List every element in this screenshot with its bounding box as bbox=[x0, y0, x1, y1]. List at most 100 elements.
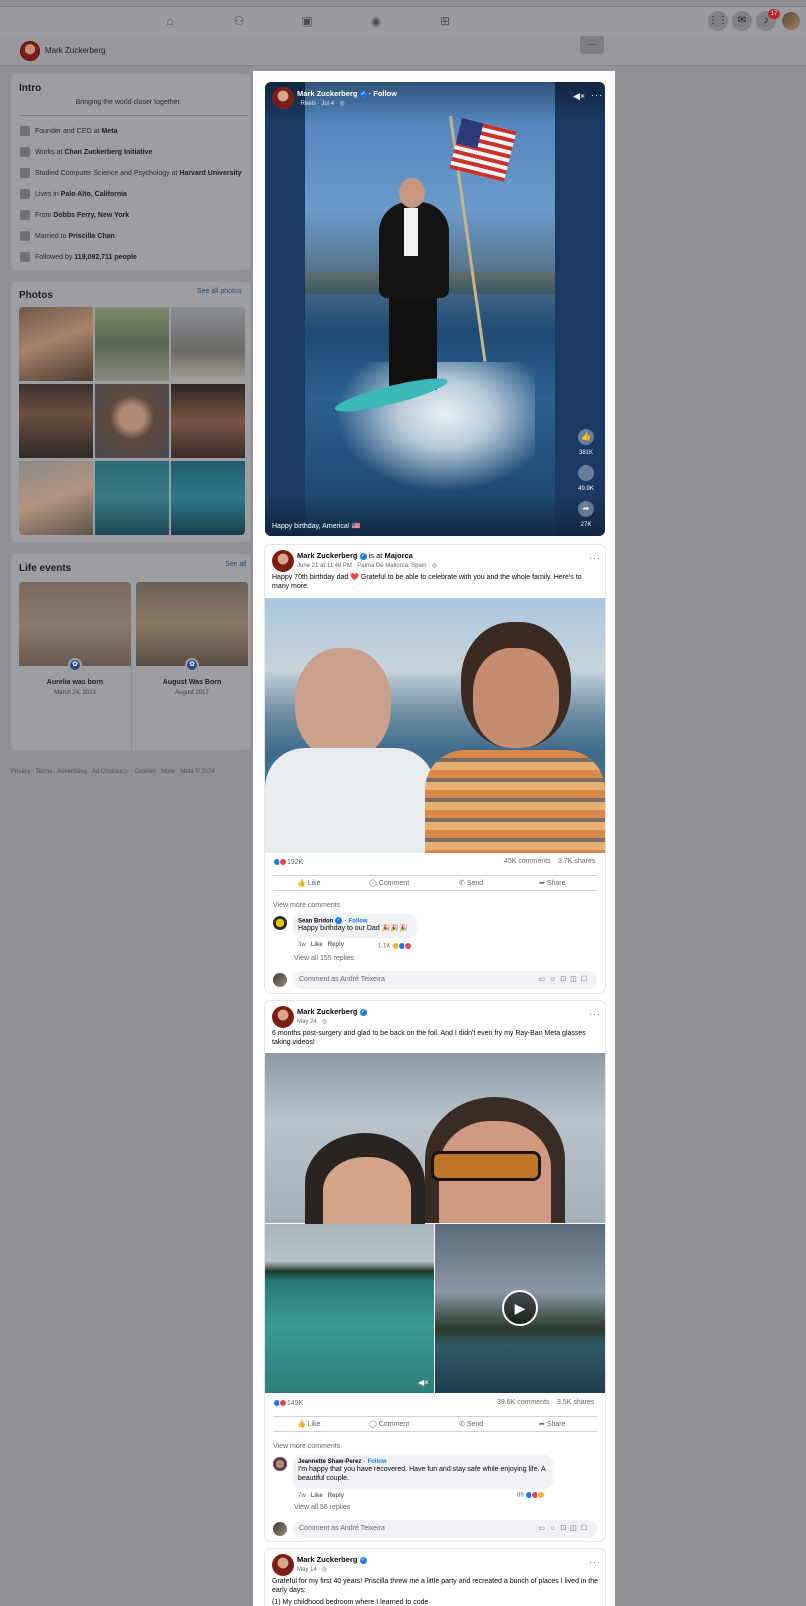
video-icon[interactable]: ▣ bbox=[298, 12, 316, 30]
comment-reaction-count[interactable]: 89 bbox=[517, 1491, 546, 1499]
intro-row-link[interactable]: Palo Alto, California bbox=[61, 191, 127, 198]
reel-post[interactable] bbox=[265, 82, 605, 536]
comment-tools-icons[interactable]: ▭☺⊡◫☐ bbox=[538, 1520, 591, 1538]
commenter-avatar[interactable] bbox=[273, 916, 287, 930]
post-meta-text[interactable]: May 14 · bbox=[297, 1567, 320, 1573]
commenter-avatar[interactable] bbox=[273, 1457, 287, 1471]
comment-like-link[interactable]: Like bbox=[311, 1493, 323, 1499]
like-button[interactable]: 👍 Like bbox=[297, 1420, 321, 1428]
post-author-avatar[interactable] bbox=[272, 1554, 294, 1576]
photo-thumbnail[interactable] bbox=[19, 307, 93, 381]
reel-like-icon[interactable]: 👍 bbox=[578, 429, 594, 445]
profile-more-button[interactable]: ··· bbox=[580, 36, 604, 54]
share-button[interactable]: ➦ Share bbox=[539, 879, 566, 887]
see-all-life-events-link[interactable]: See all bbox=[225, 561, 246, 568]
menu-grid-icon[interactable]: ⋮⋮ bbox=[708, 11, 728, 31]
post-place-link[interactable]: Majorca bbox=[385, 551, 413, 560]
view-more-comments-link[interactable]: View more comments bbox=[273, 1443, 340, 1450]
reel-author-avatar[interactable] bbox=[272, 87, 294, 109]
post-reaction-summary[interactable]: 192K bbox=[273, 858, 303, 866]
post-more-icon[interactable]: ··· bbox=[589, 1009, 601, 1019]
comment-reaction-count[interactable]: 1.1K bbox=[378, 942, 413, 950]
comment-like-link[interactable]: Like bbox=[311, 942, 323, 948]
intro-row-link[interactable]: Dobbs Ferry, New York bbox=[53, 212, 129, 219]
comment-time[interactable]: 7w bbox=[298, 1493, 306, 1499]
intro-row-link[interactable]: Harvard University bbox=[179, 170, 241, 177]
post-photo[interactable] bbox=[265, 1224, 434, 1393]
intro-row-link[interactable]: Priscilla Chan bbox=[68, 233, 114, 240]
view-replies-link[interactable]: View all 155 replies bbox=[294, 955, 354, 962]
life-event-title[interactable]: August Was Born bbox=[136, 679, 248, 686]
comment-input[interactable]: Comment as André Teixeira ▭☺⊡◫☐ bbox=[293, 971, 597, 989]
comment-tools-icons[interactable]: ▭☺⊡◫☐ bbox=[538, 971, 591, 989]
life-event-image[interactable] bbox=[19, 582, 131, 666]
photo-thumbnail[interactable] bbox=[171, 307, 245, 381]
like-label: Like bbox=[307, 880, 321, 887]
photo-thumbnail[interactable] bbox=[95, 307, 169, 381]
post-reaction-summary[interactable]: 149K bbox=[273, 1399, 303, 1407]
photo-thumbnail[interactable] bbox=[171, 461, 245, 535]
profile-avatar[interactable] bbox=[20, 41, 40, 61]
photo-thumbnail[interactable] bbox=[95, 461, 169, 535]
post-meta-text[interactable]: May 24 · bbox=[297, 1019, 320, 1025]
post-author-avatar[interactable] bbox=[272, 1006, 294, 1028]
post-author-name[interactable]: Mark Zuckerberg bbox=[297, 1555, 357, 1564]
post-author-name[interactable]: Mark Zuckerberg bbox=[297, 551, 357, 560]
post-more-icon[interactable]: ··· bbox=[589, 1557, 601, 1567]
life-event-image[interactable] bbox=[136, 582, 248, 666]
post-photo[interactable] bbox=[265, 1053, 605, 1233]
footer-links[interactable]: Privacy · Terms · Advertising · Ad Choic… bbox=[11, 768, 215, 775]
intro-row-link[interactable]: Meta bbox=[102, 128, 118, 135]
current-user-avatar[interactable] bbox=[273, 1522, 287, 1536]
account-avatar[interactable] bbox=[782, 12, 800, 30]
share-button[interactable]: ➦ Share bbox=[539, 1420, 566, 1428]
post-more-icon[interactable]: ··· bbox=[589, 553, 601, 563]
photo-thumbnail[interactable] bbox=[19, 461, 93, 535]
post-video-thumbnail[interactable]: ▶ bbox=[435, 1224, 605, 1393]
intro-row-link[interactable]: 119,092,711 people bbox=[74, 254, 137, 261]
reel-more-icon[interactable]: ··· bbox=[591, 90, 603, 100]
reel-share-icon[interactable]: ➦ bbox=[578, 501, 594, 517]
reel-author-name-text[interactable]: Mark Zuckerberg bbox=[297, 89, 357, 98]
life-event-title[interactable]: Aurelia was born bbox=[19, 679, 131, 686]
comment-input[interactable]: Comment as André Teixeira ▭☺⊡◫☐ bbox=[293, 1520, 597, 1538]
post-author-avatar[interactable] bbox=[272, 550, 294, 572]
comment-button[interactable]: ◯ Comment bbox=[369, 879, 409, 887]
post-comment-count[interactable]: 45K comments bbox=[504, 858, 551, 865]
photo-thumbnail[interactable] bbox=[95, 384, 169, 458]
comment-button[interactable]: ◯ Comment bbox=[369, 1420, 409, 1428]
post-reaction-count[interactable]: 192K bbox=[287, 859, 303, 866]
photo-thumbnail[interactable] bbox=[171, 384, 245, 458]
mute-icon[interactable]: ◀× bbox=[418, 1378, 429, 1387]
home-icon[interactable]: ⌂ bbox=[161, 12, 179, 30]
post-share-count[interactable]: 3.7K shares bbox=[558, 858, 595, 865]
send-button[interactable]: ✆ Send bbox=[459, 879, 483, 887]
current-user-avatar[interactable] bbox=[273, 973, 287, 987]
view-replies-link[interactable]: View all 56 replies bbox=[294, 1504, 350, 1511]
comment-reply-link[interactable]: Reply bbox=[328, 942, 344, 948]
groups-icon[interactable]: ◉ bbox=[367, 12, 385, 30]
comment-reply-link[interactable]: Reply bbox=[328, 1493, 344, 1499]
friends-icon[interactable]: ⚇ bbox=[230, 12, 248, 30]
intro-row-link[interactable]: Chan Zuckerberg Initiative bbox=[64, 149, 152, 156]
photo-thumbnail[interactable] bbox=[19, 384, 93, 458]
post-photo[interactable] bbox=[265, 598, 605, 853]
post-comment-count[interactable]: 39.6K comments bbox=[497, 1399, 550, 1406]
post-author-name[interactable]: Mark Zuckerberg bbox=[297, 1007, 357, 1016]
play-icon[interactable]: ▶ bbox=[502, 1290, 538, 1326]
comment-time[interactable]: 3w bbox=[298, 942, 306, 948]
mute-icon[interactable]: ◀× bbox=[573, 91, 585, 102]
send-button[interactable]: ✆ Send bbox=[459, 1420, 483, 1428]
reel-author-name[interactable]: Mark Zuckerberg ✓ · Follow bbox=[297, 89, 397, 98]
post-share-count[interactable]: 3.5K shares bbox=[557, 1399, 594, 1406]
like-button[interactable]: 👍 Like bbox=[297, 879, 321, 887]
view-more-comments-link[interactable]: View more comments bbox=[273, 902, 340, 909]
messenger-icon[interactable]: ✉ bbox=[732, 11, 752, 31]
see-all-photos-link[interactable]: See all photos bbox=[197, 288, 241, 295]
reel-follow-link[interactable]: · Follow bbox=[369, 89, 397, 98]
gaming-icon[interactable]: ⊞ bbox=[436, 12, 454, 30]
post-meta-text[interactable]: June 21 at 11:48 PM · Palma De Mallorca,… bbox=[297, 563, 430, 569]
profile-name[interactable]: Mark Zuckerberg bbox=[45, 46, 105, 55]
post-reaction-count[interactable]: 149K bbox=[287, 1400, 303, 1407]
reel-comment-icon[interactable] bbox=[578, 465, 594, 481]
